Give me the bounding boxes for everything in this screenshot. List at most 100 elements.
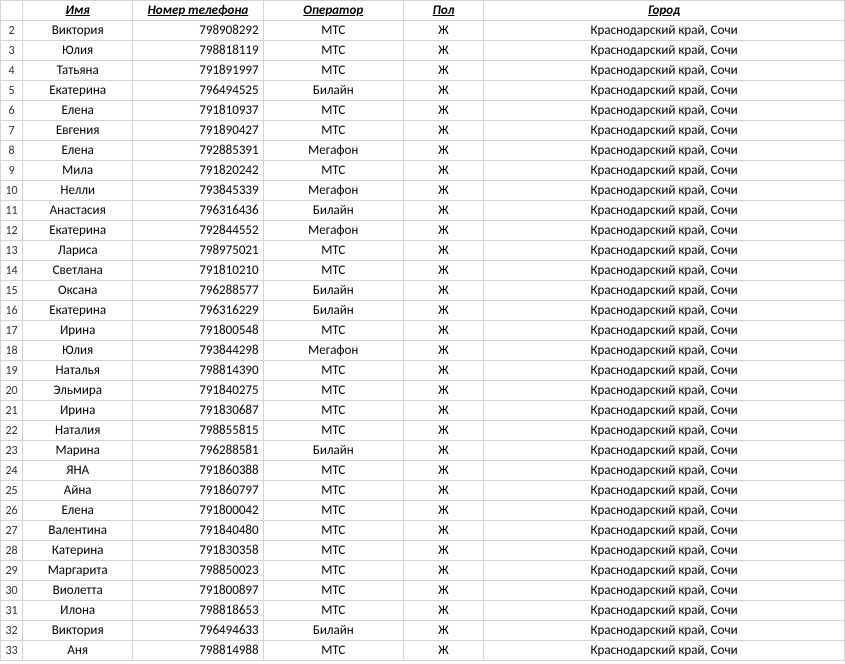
cell-sex[interactable]: Ж bbox=[403, 381, 483, 401]
cell-name[interactable]: Елена bbox=[23, 501, 133, 521]
cell-operator[interactable]: МТС bbox=[263, 601, 403, 621]
cell-city[interactable]: Краснодарский край, Сочи bbox=[484, 601, 845, 621]
cell-phone[interactable]: 791830687 bbox=[133, 401, 263, 421]
cell-phone[interactable]: 791830358 bbox=[133, 541, 263, 561]
row-number[interactable]: 3 bbox=[1, 41, 23, 61]
cell-phone[interactable]: 796494525 bbox=[133, 81, 263, 101]
cell-phone[interactable]: 791820242 bbox=[133, 161, 263, 181]
cell-operator[interactable]: Билайн bbox=[263, 281, 403, 301]
cell-name[interactable]: Валентина bbox=[23, 521, 133, 541]
cell-operator[interactable]: МТС bbox=[263, 121, 403, 141]
cell-sex[interactable]: Ж bbox=[403, 581, 483, 601]
cell-city[interactable]: Краснодарский край, Сочи bbox=[484, 641, 845, 661]
cell-sex[interactable]: Ж bbox=[403, 561, 483, 581]
cell-operator[interactable]: МТС bbox=[263, 261, 403, 281]
cell-phone[interactable]: 796288581 bbox=[133, 441, 263, 461]
row-number[interactable]: 30 bbox=[1, 581, 23, 601]
row-number[interactable]: 12 bbox=[1, 221, 23, 241]
cell-operator[interactable]: МТС bbox=[263, 161, 403, 181]
header-sex[interactable]: Пол bbox=[403, 1, 483, 21]
row-number[interactable]: 28 bbox=[1, 541, 23, 561]
row-number[interactable]: 11 bbox=[1, 201, 23, 221]
cell-name[interactable]: Наталия bbox=[23, 421, 133, 441]
cell-name[interactable]: Елена bbox=[23, 141, 133, 161]
row-number[interactable]: 4 bbox=[1, 61, 23, 81]
cell-sex[interactable]: Ж bbox=[403, 361, 483, 381]
cell-city[interactable]: Краснодарский край, Сочи bbox=[484, 81, 845, 101]
cell-sex[interactable]: Ж bbox=[403, 21, 483, 41]
cell-sex[interactable]: Ж bbox=[403, 61, 483, 81]
cell-phone[interactable]: 791800042 bbox=[133, 501, 263, 521]
cell-sex[interactable]: Ж bbox=[403, 241, 483, 261]
row-number[interactable]: 16 bbox=[1, 301, 23, 321]
row-number[interactable]: 22 bbox=[1, 421, 23, 441]
cell-name[interactable]: Лариса bbox=[23, 241, 133, 261]
cell-name[interactable]: Илона bbox=[23, 601, 133, 621]
cell-name[interactable]: Екатерина bbox=[23, 81, 133, 101]
cell-operator[interactable]: Мегафон bbox=[263, 181, 403, 201]
cell-name[interactable]: Мила bbox=[23, 161, 133, 181]
cell-operator[interactable]: Мегафон bbox=[263, 341, 403, 361]
cell-city[interactable]: Краснодарский край, Сочи bbox=[484, 621, 845, 641]
cell-phone[interactable]: 791840480 bbox=[133, 521, 263, 541]
cell-city[interactable]: Краснодарский край, Сочи bbox=[484, 401, 845, 421]
row-number[interactable]: 14 bbox=[1, 261, 23, 281]
cell-sex[interactable]: Ж bbox=[403, 341, 483, 361]
cell-sex[interactable]: Ж bbox=[403, 81, 483, 101]
cell-city[interactable]: Краснодарский край, Сочи bbox=[484, 441, 845, 461]
cell-operator[interactable]: МТС bbox=[263, 421, 403, 441]
cell-phone[interactable]: 791860797 bbox=[133, 481, 263, 501]
cell-name[interactable]: Нелли bbox=[23, 181, 133, 201]
cell-name[interactable]: Наталья bbox=[23, 361, 133, 381]
cell-name[interactable]: Юлия bbox=[23, 41, 133, 61]
cell-name[interactable]: Эльмира bbox=[23, 381, 133, 401]
cell-phone[interactable]: 791890427 bbox=[133, 121, 263, 141]
row-number[interactable]: 9 bbox=[1, 161, 23, 181]
cell-operator[interactable]: МТС bbox=[263, 241, 403, 261]
cell-sex[interactable]: Ж bbox=[403, 521, 483, 541]
cell-operator[interactable]: МТС bbox=[263, 521, 403, 541]
cell-phone[interactable]: 791800548 bbox=[133, 321, 263, 341]
row-number[interactable]: 33 bbox=[1, 641, 23, 661]
cell-name[interactable]: Виктория bbox=[23, 21, 133, 41]
row-number[interactable]: 20 bbox=[1, 381, 23, 401]
row-number[interactable]: 29 bbox=[1, 561, 23, 581]
cell-operator[interactable]: МТС bbox=[263, 361, 403, 381]
cell-city[interactable]: Краснодарский край, Сочи bbox=[484, 61, 845, 81]
cell-city[interactable]: Краснодарский край, Сочи bbox=[484, 341, 845, 361]
cell-name[interactable]: Елена bbox=[23, 101, 133, 121]
cell-phone[interactable]: 796316229 bbox=[133, 301, 263, 321]
cell-operator[interactable]: МТС bbox=[263, 61, 403, 81]
cell-phone[interactable]: 793845339 bbox=[133, 181, 263, 201]
cell-operator[interactable]: МТС bbox=[263, 541, 403, 561]
cell-phone[interactable]: 792844552 bbox=[133, 221, 263, 241]
cell-city[interactable]: Краснодарский край, Сочи bbox=[484, 321, 845, 341]
cell-city[interactable]: Краснодарский край, Сочи bbox=[484, 581, 845, 601]
cell-sex[interactable]: Ж bbox=[403, 181, 483, 201]
cell-operator[interactable]: МТС bbox=[263, 561, 403, 581]
cell-sex[interactable]: Ж bbox=[403, 421, 483, 441]
cell-name[interactable]: ЯНА bbox=[23, 461, 133, 481]
cell-operator[interactable]: МТС bbox=[263, 101, 403, 121]
header-name[interactable]: Имя bbox=[23, 1, 133, 21]
row-number[interactable]: 24 bbox=[1, 461, 23, 481]
cell-name[interactable]: Екатерина bbox=[23, 221, 133, 241]
cell-sex[interactable]: Ж bbox=[403, 481, 483, 501]
cell-sex[interactable]: Ж bbox=[403, 201, 483, 221]
cell-name[interactable]: Евгения bbox=[23, 121, 133, 141]
cell-name[interactable]: Анастасия bbox=[23, 201, 133, 221]
cell-sex[interactable]: Ж bbox=[403, 541, 483, 561]
cell-city[interactable]: Краснодарский край, Сочи bbox=[484, 41, 845, 61]
cell-city[interactable]: Краснодарский край, Сочи bbox=[484, 461, 845, 481]
cell-city[interactable]: Краснодарский край, Сочи bbox=[484, 561, 845, 581]
row-number[interactable]: 19 bbox=[1, 361, 23, 381]
cell-city[interactable]: Краснодарский край, Сочи bbox=[484, 161, 845, 181]
cell-operator[interactable]: МТС bbox=[263, 321, 403, 341]
row-number[interactable]: 8 bbox=[1, 141, 23, 161]
cell-operator[interactable]: МТС bbox=[263, 641, 403, 661]
cell-city[interactable]: Краснодарский край, Сочи bbox=[484, 241, 845, 261]
cell-name[interactable]: Виолетта bbox=[23, 581, 133, 601]
cell-name[interactable]: Екатерина bbox=[23, 301, 133, 321]
cell-city[interactable]: Краснодарский край, Сочи bbox=[484, 541, 845, 561]
cell-sex[interactable]: Ж bbox=[403, 501, 483, 521]
